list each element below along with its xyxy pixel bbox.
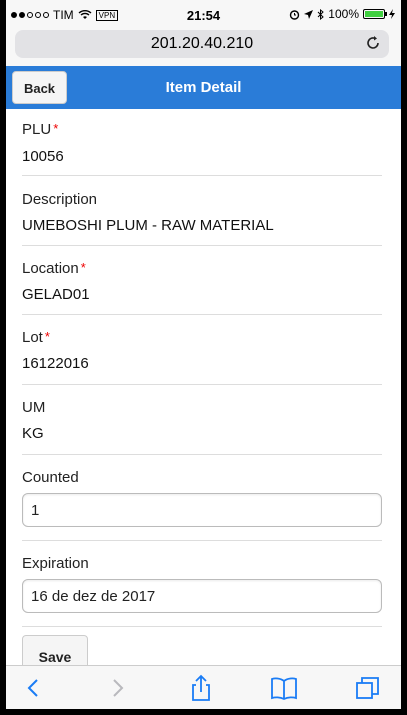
counted-input[interactable]: 1 — [22, 493, 382, 527]
charging-icon — [389, 9, 395, 19]
alarm-icon — [290, 9, 300, 20]
battery-percent: 100% — [328, 7, 359, 21]
expiration-input[interactable]: 16 de dez de 2017 — [22, 579, 382, 613]
item-form: PLU * 10056 Description UMEBOSHI PLUM - R… — [22, 109, 382, 627]
required-mark: * — [80, 260, 86, 275]
field-plu: PLU * 10056 — [22, 109, 382, 176]
lot-label: Lot * — [22, 329, 50, 346]
field-location: Location * GELAD01 — [22, 246, 382, 315]
address-bar[interactable]: 201.20.40.210 — [15, 30, 389, 58]
status-right: 100% — [289, 7, 395, 21]
plu-value: 10056 — [22, 148, 64, 165]
description-value: UMEBOSHI PLUM - RAW MATERIAL — [22, 217, 274, 234]
phone-screen: TIM VPN 21:54 100% 201.20.40.210 Item De… — [6, 0, 401, 709]
required-mark: * — [44, 329, 50, 344]
back-button[interactable]: Back — [12, 71, 67, 104]
um-label: UM — [22, 399, 46, 416]
expiration-label: Expiration — [22, 555, 89, 572]
battery-icon — [363, 9, 387, 19]
field-um: UM KG — [22, 385, 382, 455]
description-label: Description — [22, 191, 98, 208]
page-header: Item Detail Back — [6, 66, 401, 109]
forward-arrow-icon[interactable] — [103, 674, 131, 702]
share-icon[interactable] — [187, 674, 215, 702]
tabs-icon[interactable] — [354, 674, 382, 702]
reload-icon[interactable] — [365, 35, 381, 51]
browser-toolbar — [6, 665, 401, 709]
counted-label: Counted — [22, 469, 79, 486]
location-value: GELAD01 — [22, 286, 90, 303]
location-label: Location * — [22, 260, 86, 277]
back-arrow-icon[interactable] — [20, 674, 48, 702]
location-arrow-icon — [304, 9, 314, 19]
field-description: Description UMEBOSHI PLUM - RAW MATERIAL — [22, 176, 382, 246]
um-value: KG — [22, 425, 44, 442]
bluetooth-icon — [317, 8, 325, 20]
required-mark: * — [53, 121, 59, 136]
lot-value: 16122016 — [22, 355, 89, 372]
field-lot: Lot * 16122016 — [22, 315, 382, 385]
field-expiration: Expiration 16 de dez de 2017 — [22, 541, 382, 627]
plu-label: PLU * — [22, 121, 59, 138]
address-bar-container: 201.20.40.210 — [6, 30, 401, 66]
url-text: 201.20.40.210 — [150, 35, 254, 52]
bookmarks-icon[interactable] — [270, 674, 298, 702]
field-counted: Counted 1 — [22, 455, 382, 541]
status-bar: TIM VPN 21:54 100% — [6, 0, 401, 30]
